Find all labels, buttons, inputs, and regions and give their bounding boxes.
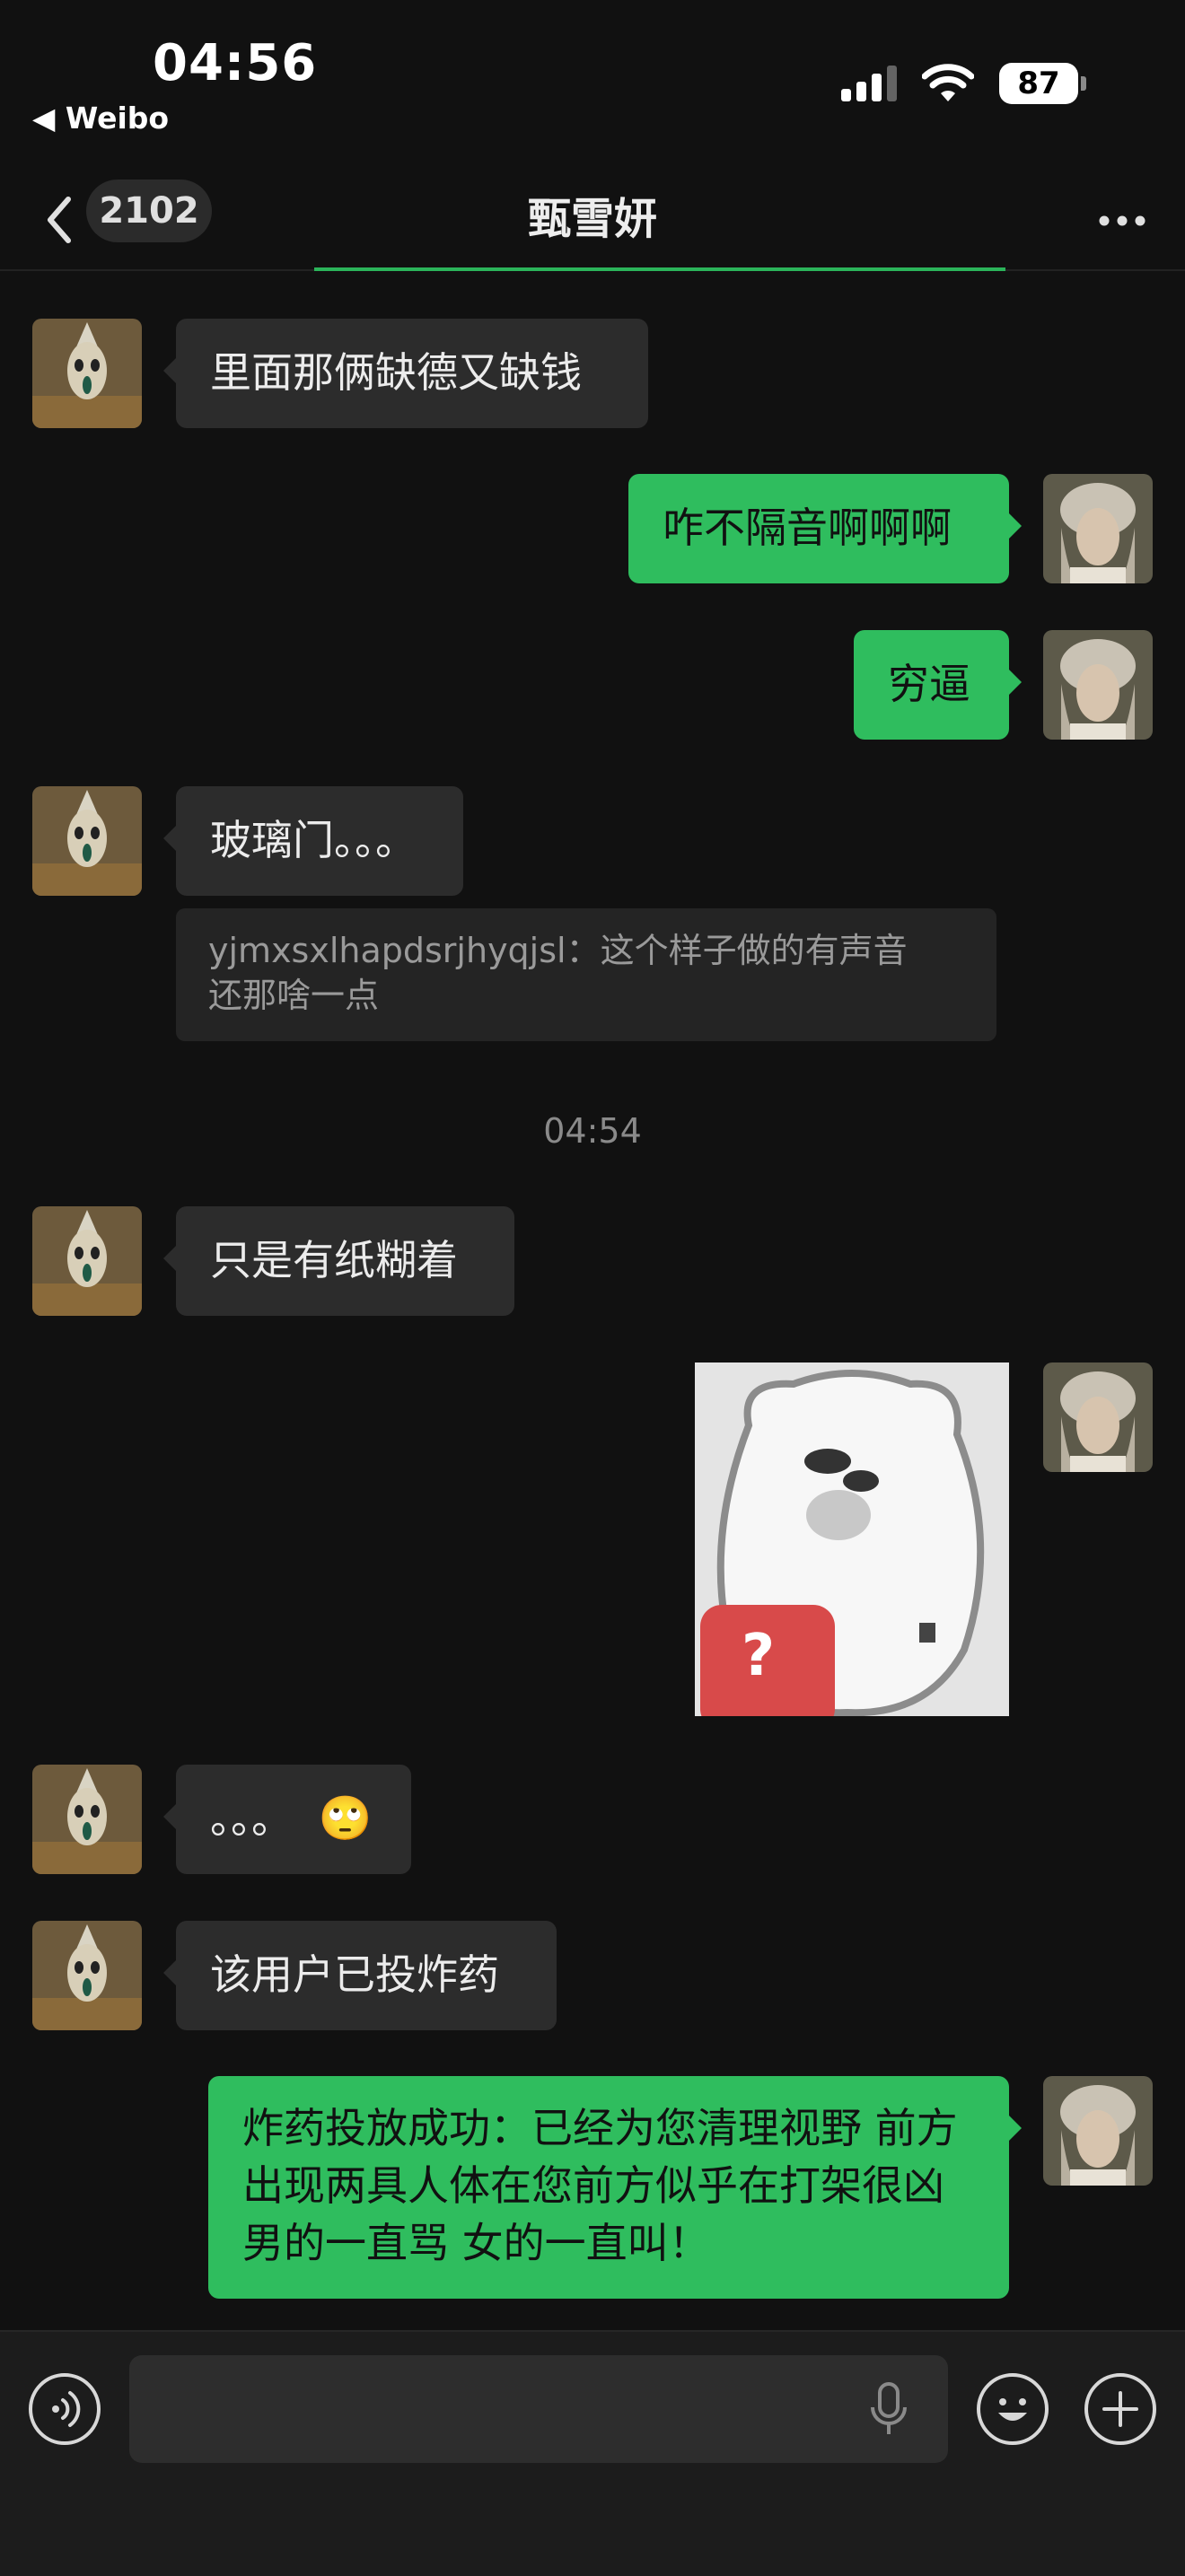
message-bubble-own[interactable]: 咋不隔音啊啊啊 — [628, 474, 1022, 583]
message-input[interactable] — [129, 2355, 948, 2463]
chat-input-bar — [0, 2330, 1185, 2576]
status-icons: 87 — [841, 63, 1086, 104]
quoted-reply-line: 还那啥一点 — [208, 976, 380, 1015]
mask-avatar-icon — [32, 319, 142, 428]
message-bubble[interactable]: 玻璃门。。。 — [163, 786, 463, 896]
back-to-app-link[interactable]: ◀ Weibo — [32, 101, 169, 136]
mask-avatar-icon — [32, 1206, 142, 1316]
message-bubble[interactable]: 该用户已投炸药 — [163, 1921, 557, 2030]
emoji-icon — [998, 2398, 1027, 2421]
battery-level: 87 — [999, 63, 1078, 104]
message-bubble[interactable]: 。。。 🙄 — [163, 1765, 411, 1874]
own-avatar[interactable] — [1043, 1362, 1153, 1472]
voice-icon — [52, 2391, 81, 2427]
mask-avatar-icon — [32, 786, 142, 896]
chat-header: 2102 甄雪妍 — [0, 171, 1185, 269]
more-functions-button[interactable] — [1084, 2373, 1156, 2445]
portrait-avatar-icon — [1043, 474, 1153, 583]
battery-icon: 87 — [999, 63, 1086, 104]
plus-icon — [1102, 2391, 1138, 2427]
message-bubble-own[interactable]: 穷逼 — [854, 630, 1022, 740]
portrait-avatar-icon — [1043, 2076, 1153, 2186]
message-bubble[interactable]: 里面那俩缺德又缺钱 — [163, 319, 648, 428]
more-icon[interactable] — [1086, 181, 1158, 244]
quoted-reply-line: yjmxsxlhapdsrjhyqjsl：这个样子做的有声音 — [208, 931, 908, 970]
message-bubble-own[interactable]: 炸药投放成功：已经为您清理视野 前方出现两具人体在您前方似乎在打架很凶 男的一直… — [208, 2076, 1022, 2299]
time-separator: 04:54 — [543, 1111, 642, 1151]
sender-avatar[interactable] — [32, 1206, 142, 1316]
own-avatar[interactable] — [1043, 630, 1153, 740]
voice-toggle-button[interactable] — [29, 2373, 101, 2445]
sender-avatar[interactable] — [32, 1765, 142, 1874]
eye-roll-emoji-icon: 🙄 — [318, 1793, 373, 1844]
sender-avatar[interactable] — [32, 319, 142, 428]
sticker-question-mark: ? — [742, 1623, 776, 1689]
sender-avatar[interactable] — [32, 786, 142, 896]
own-avatar[interactable] — [1043, 2076, 1153, 2186]
status-time: 04:56 — [153, 34, 318, 92]
signal-icon — [841, 66, 897, 101]
quoted-reply[interactable]: yjmxsxlhapdsrjhyqjsl：这个样子做的有声音 还那啥一点 — [176, 908, 996, 1041]
sticker-image[interactable]: ? — [695, 1362, 1009, 1716]
back-chevron-icon[interactable] — [38, 187, 83, 253]
emoji-button[interactable] — [977, 2373, 1049, 2445]
portrait-avatar-icon — [1043, 1362, 1153, 1472]
previous-message-edge — [314, 267, 1005, 271]
mask-avatar-icon — [32, 1921, 142, 2030]
message-bubble[interactable]: 只是有纸糊着 — [163, 1206, 514, 1316]
own-avatar[interactable] — [1043, 474, 1153, 583]
mask-avatar-icon — [32, 1765, 142, 1874]
unread-count-badge[interactable]: 2102 — [86, 180, 212, 242]
wifi-icon — [922, 64, 974, 101]
sender-avatar[interactable] — [32, 1921, 142, 2030]
message-text: 。。。 — [210, 1794, 293, 1843]
microphone-icon[interactable] — [864, 2379, 914, 2441]
portrait-avatar-icon — [1043, 630, 1153, 740]
